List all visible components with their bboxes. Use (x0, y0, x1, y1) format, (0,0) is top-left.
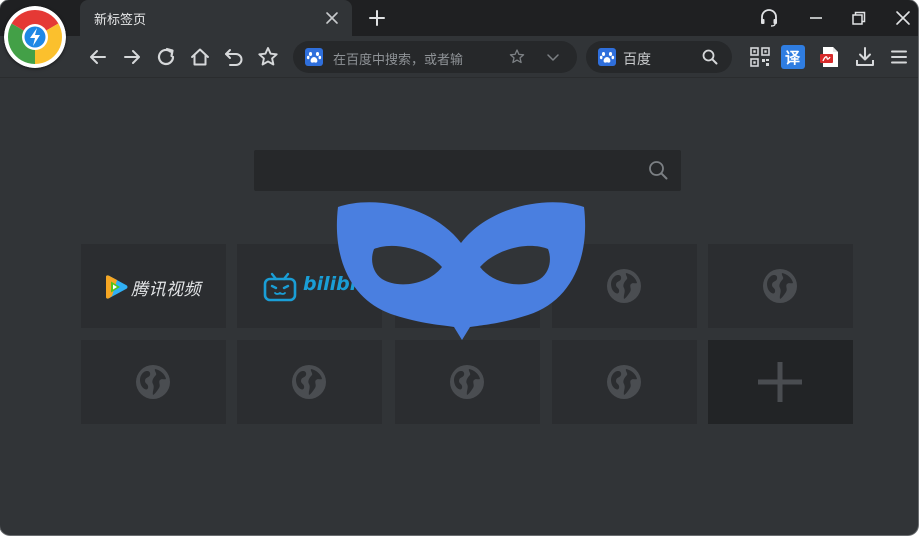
translate-icon[interactable]: 译 (781, 45, 805, 69)
globe-icon (763, 269, 797, 303)
browser-logo-icon[interactable] (4, 6, 66, 68)
menu-icon[interactable] (887, 45, 911, 69)
speed-dial-tile[interactable] (237, 340, 382, 424)
qr-code-icon[interactable] (748, 45, 772, 69)
plus-icon[interactable] (365, 6, 389, 30)
restore-icon[interactable] (845, 6, 871, 30)
speed-dial-tile[interactable]: 腾讯视频 (81, 244, 226, 328)
add-tile-button[interactable] (708, 340, 853, 424)
star-icon[interactable] (255, 44, 281, 70)
speed-dial-tile[interactable] (81, 340, 226, 424)
new-tab-search-box[interactable] (254, 150, 681, 191)
forward-arrow-icon[interactable] (119, 44, 145, 70)
globe-icon (607, 269, 641, 303)
speed-dial-tile[interactable] (708, 244, 853, 328)
globe-icon (292, 365, 326, 399)
globe-icon (607, 365, 641, 399)
undo-icon[interactable] (221, 44, 247, 70)
baidu-paw-icon (598, 48, 616, 66)
incognito-mask-icon (336, 202, 586, 340)
headset-icon[interactable] (756, 6, 782, 30)
address-bar[interactable]: 在百度中搜索，或者输 (293, 41, 577, 73)
speed-dial-tile[interactable] (395, 340, 540, 424)
reload-icon[interactable] (153, 44, 179, 70)
search-icon[interactable] (647, 159, 669, 181)
baidu-paw-icon (305, 48, 323, 66)
tab-title: 新标签页 (94, 13, 147, 28)
close-icon[interactable] (322, 8, 342, 28)
download-icon[interactable] (853, 45, 877, 69)
title-bar: 新标签页 (0, 0, 918, 68)
back-arrow-icon[interactable] (85, 44, 111, 70)
bilibili-tv-icon (263, 272, 297, 302)
close-icon[interactable] (890, 6, 916, 30)
search-icon[interactable] (701, 48, 719, 66)
search-engine-box[interactable]: 百度 (586, 41, 732, 73)
speed-dial-tile[interactable] (552, 340, 697, 424)
toolbar: 在百度中搜索，或者输 百度 译 (0, 36, 918, 78)
star-outline-icon[interactable] (508, 48, 526, 66)
search-engine-label: 百度 (623, 52, 651, 68)
tencent-video-icon (106, 275, 128, 299)
pdf-icon[interactable] (818, 45, 842, 69)
minimize-icon[interactable] (803, 6, 829, 30)
tile-label: 腾讯视频 (131, 280, 201, 300)
plus-icon (758, 362, 802, 402)
tab-new-tab[interactable]: 新标签页 (80, 0, 352, 36)
globe-icon (450, 365, 484, 399)
address-input[interactable]: 在百度中搜索，或者输 (333, 49, 488, 68)
home-icon[interactable] (187, 44, 213, 70)
translate-label: 译 (785, 49, 801, 67)
chevron-down-icon[interactable] (545, 49, 561, 65)
globe-icon (136, 365, 170, 399)
browser-window: 新标签页 在百度中搜索，或者输 百度 译 腾讯视频 bilibili (0, 0, 918, 535)
